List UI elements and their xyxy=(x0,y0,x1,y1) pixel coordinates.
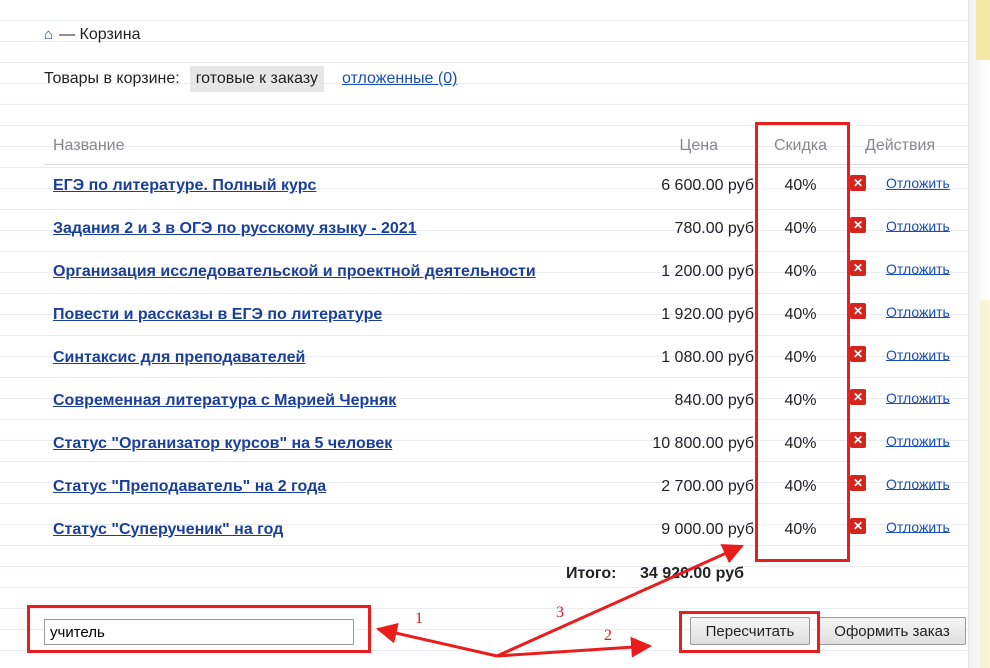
arrow-to-recalc xyxy=(496,636,653,658)
discount-cell: 40% xyxy=(784,391,817,409)
price-cell: 2 700.00 руб xyxy=(661,477,754,495)
coupon-input[interactable] xyxy=(44,619,354,645)
price-cell: 6 600.00 руб xyxy=(661,176,754,194)
total-value: 34 920.00 руб xyxy=(640,565,744,582)
edge-tab xyxy=(976,0,990,60)
product-link[interactable]: Задания 2 и 3 в ОГЭ по русскому языку - … xyxy=(53,220,417,237)
breadcrumb: ⌂ — Корзина xyxy=(44,26,140,44)
cart-table: Название Цена Скидка Действия ЕГЭ по лит… xyxy=(44,128,968,551)
table-header-row: Название Цена Скидка Действия xyxy=(44,128,968,165)
product-link[interactable]: Статус "Преподаватель" на 2 года xyxy=(53,478,326,495)
annotation-number-2: 2 xyxy=(604,627,612,644)
postpone-link[interactable]: Отложить xyxy=(886,432,950,448)
postpone-link[interactable]: Отложить xyxy=(886,518,950,534)
product-link[interactable]: Синтаксис для преподавателей xyxy=(53,349,305,366)
table-row: ЕГЭ по литературе. Полный курс 6 600.00 … xyxy=(44,164,968,207)
filter-label: Товары в корзине: xyxy=(44,70,180,87)
total-label: Итого: xyxy=(566,565,617,582)
delete-icon[interactable]: ✕ xyxy=(850,260,866,277)
discount-cell: 40% xyxy=(784,176,817,194)
price-cell: 10 800.00 руб xyxy=(652,434,754,452)
table-row: Современная литература с Марией Черняк 8… xyxy=(44,379,968,422)
discount-cell: 40% xyxy=(784,520,817,538)
discount-cell: 40% xyxy=(784,305,817,323)
product-link[interactable]: Современная литература с Марией Черняк xyxy=(53,392,396,409)
product-link[interactable]: Статус "Суперученик" на год xyxy=(53,521,283,538)
delete-icon[interactable]: ✕ xyxy=(850,475,866,492)
discount-cell: 40% xyxy=(784,434,817,452)
table-row: Задания 2 и 3 в ОГЭ по русскому языку - … xyxy=(44,207,968,250)
cart-filter: Товары в корзине: готовые к заказу отлож… xyxy=(44,66,457,92)
header-price: Цена xyxy=(644,128,754,165)
delete-icon[interactable]: ✕ xyxy=(850,174,866,191)
postpone-link[interactable]: Отложить xyxy=(886,475,950,491)
product-link[interactable]: Повести и рассказы в ЕГЭ по литературе xyxy=(53,306,382,323)
header-actions: Действия xyxy=(847,128,968,165)
table-row: Повести и рассказы в ЕГЭ по литературе 1… xyxy=(44,293,968,336)
header-name: Название xyxy=(44,128,644,165)
header-discount: Скидка xyxy=(754,128,847,165)
postpone-link[interactable]: Отложить xyxy=(886,217,950,233)
delete-icon[interactable]: ✕ xyxy=(850,518,866,535)
postpone-link[interactable]: Отложить xyxy=(886,303,950,319)
postpone-link[interactable]: Отложить xyxy=(886,260,950,276)
delete-icon[interactable]: ✕ xyxy=(850,217,866,234)
page-edge xyxy=(968,0,990,668)
postpone-link[interactable]: Отложить xyxy=(886,389,950,405)
breadcrumb-current: Корзина xyxy=(79,26,141,43)
annotation-number-1: 1 xyxy=(415,610,423,627)
product-link[interactable]: ЕГЭ по литературе. Полный курс xyxy=(53,177,316,194)
delete-icon[interactable]: ✕ xyxy=(850,389,866,406)
table-row: Статус "Организатор курсов" на 5 человек… xyxy=(44,422,968,465)
table-row: Статус "Суперученик" на год 9 000.00 руб… xyxy=(44,508,968,551)
filter-ready-tab[interactable]: готовые к заказу xyxy=(189,66,325,92)
checkout-button[interactable]: Оформить заказ xyxy=(818,617,966,645)
discount-cell: 40% xyxy=(784,262,817,280)
delete-icon[interactable]: ✕ xyxy=(850,346,866,363)
breadcrumb-separator: — xyxy=(59,26,76,43)
arrow-to-coupon xyxy=(375,622,498,658)
price-cell: 1 920.00 руб xyxy=(661,305,754,323)
delete-icon[interactable]: ✕ xyxy=(850,303,866,320)
postpone-link[interactable]: Отложить xyxy=(886,346,950,362)
product-link[interactable]: Статус "Организатор курсов" на 5 человек xyxy=(53,435,392,452)
edge-strip xyxy=(980,300,990,668)
price-cell: 9 000.00 руб xyxy=(661,520,754,538)
discount-cell: 40% xyxy=(784,348,817,366)
recalculate-button[interactable]: Пересчитать xyxy=(690,617,810,645)
discount-cell: 40% xyxy=(784,477,817,495)
annotation-number-3: 3 xyxy=(556,604,564,621)
price-cell: 840.00 руб xyxy=(674,391,754,409)
delete-icon[interactable]: ✕ xyxy=(850,432,866,449)
table-row: Организация исследовательской и проектно… xyxy=(44,250,968,293)
price-cell: 1 200.00 руб xyxy=(661,262,754,280)
table-row: Статус "Преподаватель" на 2 года 2 700.0… xyxy=(44,465,968,508)
discount-cell: 40% xyxy=(784,219,817,237)
filter-deferred-link[interactable]: отложенные (0) xyxy=(342,70,457,88)
postpone-link[interactable]: Отложить xyxy=(886,175,950,191)
product-link[interactable]: Организация исследовательской и проектно… xyxy=(53,263,536,280)
price-cell: 780.00 руб xyxy=(674,219,754,237)
table-row: Синтаксис для преподавателей 1 080.00 ру… xyxy=(44,336,968,379)
home-icon[interactable]: ⌂ xyxy=(44,26,53,43)
price-cell: 1 080.00 руб xyxy=(661,348,754,366)
